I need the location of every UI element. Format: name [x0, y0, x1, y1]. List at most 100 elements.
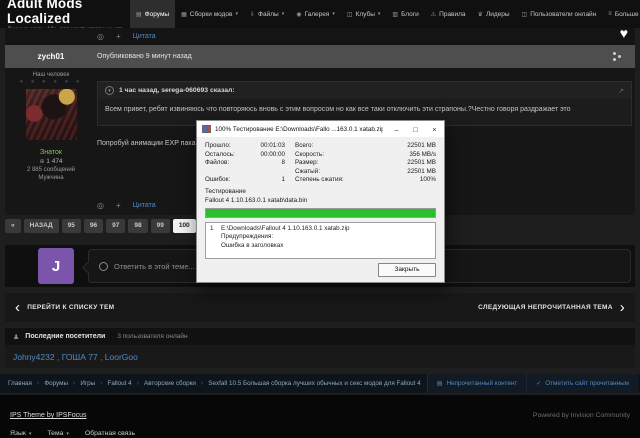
log-warn-label: Предупреждения:: [221, 233, 431, 242]
share-icon[interactable]: [618, 55, 621, 58]
language-select[interactable]: Язык ▾: [10, 430, 31, 437]
page-button-100-current[interactable]: 100: [173, 219, 196, 233]
nav-item-forums[interactable]: ▤ Форумы: [130, 0, 175, 28]
nav-item-users-online[interactable]: ◫ Пользователи онлайн: [516, 0, 603, 28]
plus-icon[interactable]: +: [116, 32, 121, 41]
author-avatar[interactable]: [26, 89, 77, 140]
topic-nav: ‹ ПЕРЕЙТИ К СПИСКУ ТЕМ СЛЕДУЮЩАЯ НЕПРОЧИ…: [5, 293, 635, 322]
breadcrumb-forums[interactable]: Форумы: [44, 380, 68, 387]
packed-value: 22501 MB: [363, 168, 436, 175]
close-window-button[interactable]: ×: [425, 121, 444, 137]
breadcrumb-actions: ▤ Непрочитанный контент ✓ Отметить сайт …: [427, 374, 638, 393]
page: Adult Mods Localized Лучшие моды 18+ для…: [0, 0, 640, 438]
nav-item-rules[interactable]: ⚠ Правила: [425, 0, 472, 28]
page-button-96[interactable]: 96: [84, 219, 103, 233]
minimize-button[interactable]: –: [387, 121, 406, 137]
theme-credit-link[interactable]: IPS Theme by IPSFocus: [10, 412, 87, 419]
operation-label: Тестирование: [205, 188, 436, 195]
page-button-97[interactable]: 97: [106, 219, 125, 233]
nav-item-leaders[interactable]: ♛ Лидеры: [472, 0, 516, 28]
goto-quote-icon[interactable]: ↗: [618, 87, 624, 95]
theme-select[interactable]: Тема ▾: [47, 430, 69, 437]
camera-icon: ◉: [296, 11, 301, 18]
message-list[interactable]: 1 E:\Downloads\Fallout 4 1.10.163.0.1 xa…: [205, 222, 436, 259]
chevron-down-icon: ▾: [236, 11, 239, 17]
remaining-label: Осталось:: [205, 151, 255, 158]
total-label: Всего:: [295, 142, 363, 149]
dialog-body: Прошло: 00:01:03 Всего: 22501 MB Осталос…: [197, 137, 444, 259]
back-to-topic-list-label: ПЕРЕЙТИ К СПИСКУ ТЕМ: [27, 304, 114, 311]
visitor-link[interactable]: ГОША 77: [62, 352, 98, 362]
plus-icon[interactable]: +: [116, 201, 121, 210]
like-heart-icon[interactable]: ♥: [620, 25, 628, 41]
page-button-99[interactable]: 99: [151, 219, 170, 233]
author-rank: Знаток: [5, 149, 97, 156]
nav-item-mod-builds[interactable]: ▦ Сборки модов ▾: [175, 0, 244, 28]
nav-label: Сборки модов: [190, 11, 233, 18]
powered-by: Powered by Invision Community: [533, 412, 630, 419]
log-row: 1 E:\Downloads\Fallout 4 1.10.163.0.1 xa…: [210, 225, 431, 234]
progress-fill: [206, 209, 435, 217]
nav-item-gallery[interactable]: ◉ Галерея ▾: [290, 0, 341, 28]
dialog-stats: Прошло: 00:01:03 Всего: 22501 MB Осталос…: [205, 142, 436, 183]
dialog-titlebar[interactable]: 100% Тестирование E:\Downloads\Fallo ...…: [197, 121, 444, 137]
nav-item-files[interactable]: ⇩ Файлы ▾: [244, 0, 290, 28]
reputation-count: 1 474: [46, 158, 62, 165]
page-prev-button[interactable]: «: [5, 219, 21, 233]
current-user-avatar[interactable]: J: [38, 248, 74, 284]
breadcrumb-author-builds[interactable]: Авторские сборки: [144, 380, 196, 387]
quote-button[interactable]: Цитата: [133, 33, 156, 40]
page-back-button[interactable]: НАЗАД: [24, 219, 59, 233]
quote-button[interactable]: Цитата: [133, 202, 156, 209]
breadcrumb-topic[interactable]: Sexfall 10.5 Большая сборка лучших обычн…: [208, 380, 420, 387]
next-unread-topic-link[interactable]: СЛЕДУЮЩАЯ НЕПРОЧИТАННАЯ ТЕМА ›: [478, 300, 625, 315]
quote-header[interactable]: ▾ 1 час назад, serega-060693 сказал: ↗: [98, 82, 631, 99]
nav-item-clubs[interactable]: ◫ Клубы ▾: [341, 0, 386, 28]
packed-label: Сжатый:: [295, 168, 363, 175]
speed-label: Скорость:: [295, 151, 363, 158]
spacer: [255, 168, 295, 175]
options-icon[interactable]: ◎: [97, 201, 104, 210]
page-button-95[interactable]: 95: [62, 219, 81, 233]
reputation-pips: ● ● ● ● ● ●: [5, 79, 97, 85]
visitor-link[interactable]: LoorGoo: [105, 352, 138, 362]
chevron-down-icon: ▾: [29, 431, 32, 437]
current-file: Fallout 4 1.10.163.0.1 xatab\data.bin: [205, 197, 323, 205]
breadcrumb-home[interactable]: Главная: [8, 380, 32, 387]
nav-label: Галерея: [304, 11, 329, 18]
breadcrumb-games[interactable]: Игры: [80, 380, 95, 387]
unread-content-link[interactable]: ▤ Непрочитанный контент: [427, 374, 526, 393]
options-icon[interactable]: ◎: [97, 32, 104, 41]
feedback-link[interactable]: Обратная связь: [85, 430, 135, 437]
chevron-right-icon: ›: [37, 380, 39, 387]
collapse-quote-icon[interactable]: ▾: [105, 86, 114, 95]
nav-item-more[interactable]: ≡ Больше ▾: [602, 0, 640, 28]
reply-bubble-icon: [99, 262, 108, 271]
visitor-link[interactable]: Johny4232: [13, 352, 55, 362]
size-label: Размер:: [295, 159, 363, 166]
close-button[interactable]: Закрыть: [378, 263, 436, 277]
breadcrumb-fallout4[interactable]: Fallout 4: [108, 380, 132, 387]
post-author-name[interactable]: zych01: [5, 52, 97, 61]
prev-post-toolbar: ◎ + Цитата: [5, 28, 635, 45]
errors-label: Ошибок:: [205, 176, 255, 183]
back-to-topic-list-link[interactable]: ‹ ПЕРЕЙТИ К СПИСКУ ТЕМ: [15, 300, 114, 315]
breadcrumb: Главная › Форумы › Игры › Fallout 4 › Ав…: [0, 374, 640, 393]
nav-label: Клубы: [356, 11, 375, 18]
download-icon: ⇩: [250, 11, 255, 18]
visitor-separator: ,: [98, 352, 105, 362]
maximize-button[interactable]: □: [406, 121, 425, 137]
author-reputation: ⊕ 1 474: [5, 158, 97, 165]
chevron-down-icon: ▾: [378, 11, 381, 17]
winrar-test-dialog: 100% Тестирование E:\Downloads\Fallo ...…: [196, 120, 445, 283]
page-button-98[interactable]: 98: [128, 219, 147, 233]
nav-item-blogs[interactable]: ▥ Блоги: [386, 0, 424, 28]
nav-label: Блоги: [401, 11, 419, 18]
reply-placeholder: Ответить в этой теме...: [114, 262, 195, 271]
main-nav: ▤ Форумы ▦ Сборки модов ▾ ⇩ Файлы ▾ ◉ Га…: [130, 0, 640, 28]
check-icon: ✓: [536, 380, 541, 387]
site-header: Adult Mods Localized Лучшие моды 18+ для…: [0, 0, 640, 28]
recent-visitors-header: ♟ Последние посетители 3 пользователя он…: [5, 328, 635, 345]
mark-site-read-link[interactable]: ✓ Отметить сайт прочитанным: [526, 374, 638, 393]
reputation-icon: ⊕: [39, 159, 44, 165]
